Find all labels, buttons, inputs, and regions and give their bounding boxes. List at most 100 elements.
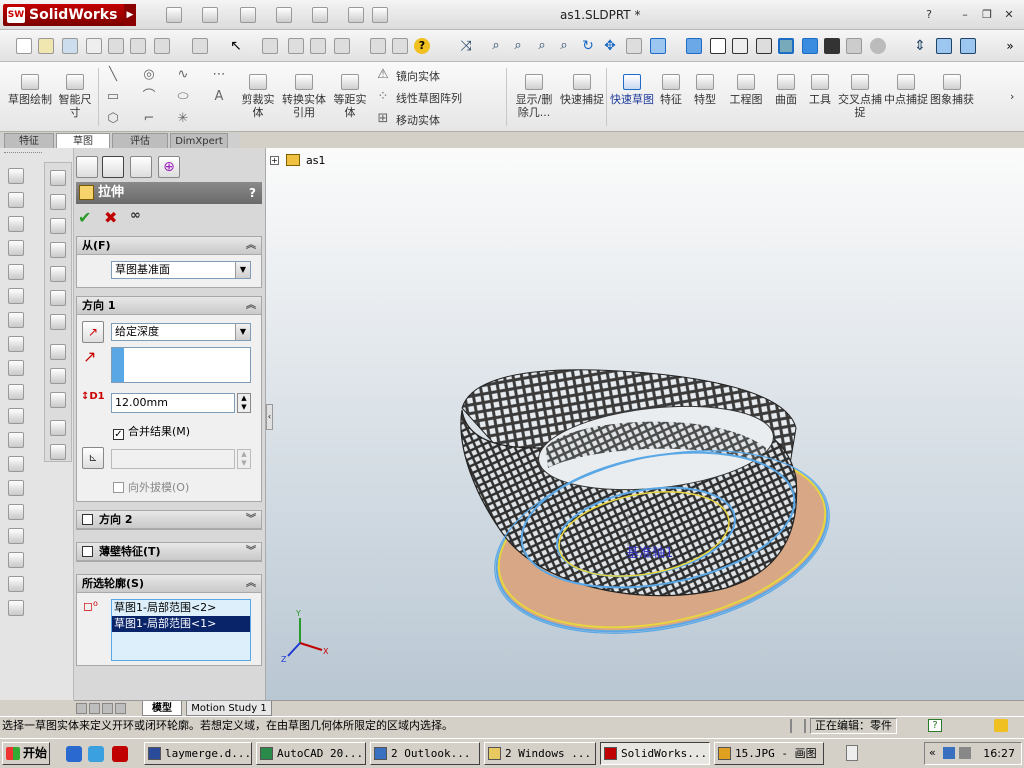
view-tool2-icon[interactable]: [50, 194, 66, 210]
profile-button[interactable]: 特型: [690, 74, 720, 106]
dimxpert-tab-icon[interactable]: ⊕: [158, 156, 180, 178]
mirror-tool-icon[interactable]: [8, 432, 24, 448]
direction1-group-header[interactable]: 方向 1 ︽: [77, 297, 261, 315]
realview-icon[interactable]: [870, 38, 886, 54]
list-item-selected[interactable]: 草图1-局部范围<1>: [112, 616, 250, 632]
polygon-icon[interactable]: ⬡: [106, 112, 120, 126]
intersection-snap-button[interactable]: 交叉点捕捉: [838, 74, 882, 119]
spline-tool-icon[interactable]: [8, 600, 24, 616]
taskbar-button-autocad[interactable]: AutoCAD 20...: [256, 742, 366, 765]
language-bar-icon[interactable]: [846, 745, 858, 761]
direction-reference-box[interactable]: [111, 347, 251, 383]
menu-expand-arrow-icon[interactable]: ▶: [124, 4, 136, 26]
rectangle-icon[interactable]: ▭: [106, 90, 120, 104]
point-icon[interactable]: ✳: [176, 112, 190, 126]
section-view-icon[interactable]: [846, 38, 862, 54]
smart-dimension-button[interactable]: 智能尺寸: [54, 74, 96, 119]
start-button[interactable]: 开始: [2, 742, 50, 765]
circle-icon[interactable]: ◎: [142, 68, 156, 82]
wrap-tool-icon[interactable]: [8, 528, 24, 544]
draft-angle-input[interactable]: [111, 449, 235, 469]
surfaces-button[interactable]: 曲面: [770, 74, 802, 106]
mirror-entities-button[interactable]: 镜向实体: [396, 68, 440, 84]
text-icon[interactable]: A: [212, 90, 226, 104]
thin-feature-checkbox[interactable]: [82, 546, 93, 557]
rebuild-icon[interactable]: [348, 7, 364, 23]
revolve-tool-icon[interactable]: [8, 240, 24, 256]
show-delete-relations-button[interactable]: 显示/删除几...: [512, 74, 556, 119]
graphics-area[interactable]: + as1 ‹ 基准轴1 Y X Z: [266, 148, 1024, 700]
cancel-icon[interactable]: ✖: [104, 208, 117, 227]
view-tool3-icon[interactable]: [50, 218, 66, 234]
draft-tool-icon[interactable]: [8, 360, 24, 376]
first-tab-icon[interactable]: [76, 703, 87, 714]
wireframe-icon[interactable]: [710, 38, 726, 54]
zoom-in-out-icon[interactable]: ⌕: [534, 38, 550, 54]
taskbar-button-paint[interactable]: 15.JPG - 画图: [714, 742, 824, 765]
tray-expand-icon[interactable]: «: [929, 746, 936, 759]
view-tool5-icon[interactable]: [50, 266, 66, 282]
selection-filter-icon[interactable]: ⤨: [458, 38, 474, 54]
depth-input[interactable]: 12.00mm: [111, 393, 235, 413]
tab-features[interactable]: 特征: [4, 133, 54, 148]
view-cube2-icon[interactable]: [960, 38, 976, 54]
view-tool7-icon[interactable]: [50, 314, 66, 330]
scale-tool-icon[interactable]: [8, 504, 24, 520]
configuration-tab-icon[interactable]: [130, 156, 152, 178]
reverse-direction-icon[interactable]: ↗: [82, 321, 104, 343]
command-manager-overflow-icon[interactable]: ›: [1010, 90, 1014, 103]
view-orientation-icon[interactable]: [650, 38, 666, 54]
chamfer-tool-icon[interactable]: [8, 312, 24, 328]
draft-toggle-icon[interactable]: ⊾: [82, 447, 104, 469]
selected-contours-header[interactable]: 所选轮廓(S) ︽: [77, 575, 261, 593]
view-tool9-icon[interactable]: [50, 368, 66, 384]
new-document-icon[interactable]: [166, 7, 182, 23]
view-tool4-icon[interactable]: [50, 242, 66, 258]
select-arrow-icon[interactable]: ↖: [228, 38, 244, 54]
taskbar-button-explorer[interactable]: 2 Windows ...: [484, 742, 596, 765]
dimension-tool-icon[interactable]: [8, 192, 24, 208]
help-menu-button[interactable]: ?: [920, 7, 938, 23]
previous-view-icon[interactable]: [626, 38, 642, 54]
prev-tab-icon[interactable]: [89, 703, 100, 714]
undo-icon[interactable]: [312, 7, 328, 23]
cut-icon[interactable]: [130, 38, 146, 54]
split-tool-icon[interactable]: [8, 456, 24, 472]
save-icon[interactable]: [62, 38, 78, 54]
restore-button[interactable]: ❐: [978, 7, 996, 23]
rebuild-icon[interactable]: [262, 38, 278, 54]
tab-evaluate[interactable]: 评估: [112, 133, 168, 148]
network-icon[interactable]: [943, 747, 955, 759]
shaded-icon[interactable]: [802, 38, 818, 54]
draft-outward-checkbox[interactable]: 向外拔模(O): [113, 479, 189, 495]
print-icon[interactable]: [86, 38, 102, 54]
close-button[interactable]: ✕: [1000, 7, 1018, 23]
macro-icon[interactable]: [370, 38, 386, 54]
start-condition-select[interactable]: 草图基准面 ▼: [111, 261, 251, 279]
shell-tool-icon[interactable]: [8, 264, 24, 280]
property-manager-tab-icon[interactable]: [102, 156, 124, 178]
reference-tool-icon[interactable]: [8, 576, 24, 592]
direction2-group-header[interactable]: 方向 2 ︾: [77, 511, 261, 529]
notes-icon[interactable]: [994, 719, 1008, 732]
ie-quicklaunch-icon[interactable]: [66, 746, 82, 762]
toolbar-overflow-icon[interactable]: »: [1002, 38, 1018, 54]
view-tool12-icon[interactable]: [50, 444, 66, 460]
doc-properties-icon[interactable]: [392, 38, 408, 54]
shaded-with-edges-icon[interactable]: [778, 38, 794, 54]
image-capture-button[interactable]: 图象捕获: [930, 74, 974, 106]
preview-glasses-icon[interactable]: ∞: [130, 208, 141, 223]
options-icon[interactable]: [334, 38, 350, 54]
minimize-button[interactable]: –: [956, 7, 974, 23]
merge-result-checkbox[interactable]: ✓ 合并结果(M): [113, 423, 190, 440]
open-document-icon[interactable]: [202, 7, 218, 23]
curve-tool-icon[interactable]: [8, 552, 24, 568]
taskbar-button-outlook[interactable]: 2 Outlook...: [370, 742, 480, 765]
feature-tree-tab-icon[interactable]: [76, 156, 98, 178]
volume-icon[interactable]: [959, 747, 971, 759]
depth-spinner[interactable]: ▲ ▼: [237, 393, 251, 413]
end-condition-select[interactable]: 给定深度 ▼: [111, 323, 251, 341]
help-icon[interactable]: ?: [249, 182, 256, 204]
taskbar-button-solidworks[interactable]: SolidWorks...: [600, 742, 710, 765]
new-icon[interactable]: [16, 38, 32, 54]
